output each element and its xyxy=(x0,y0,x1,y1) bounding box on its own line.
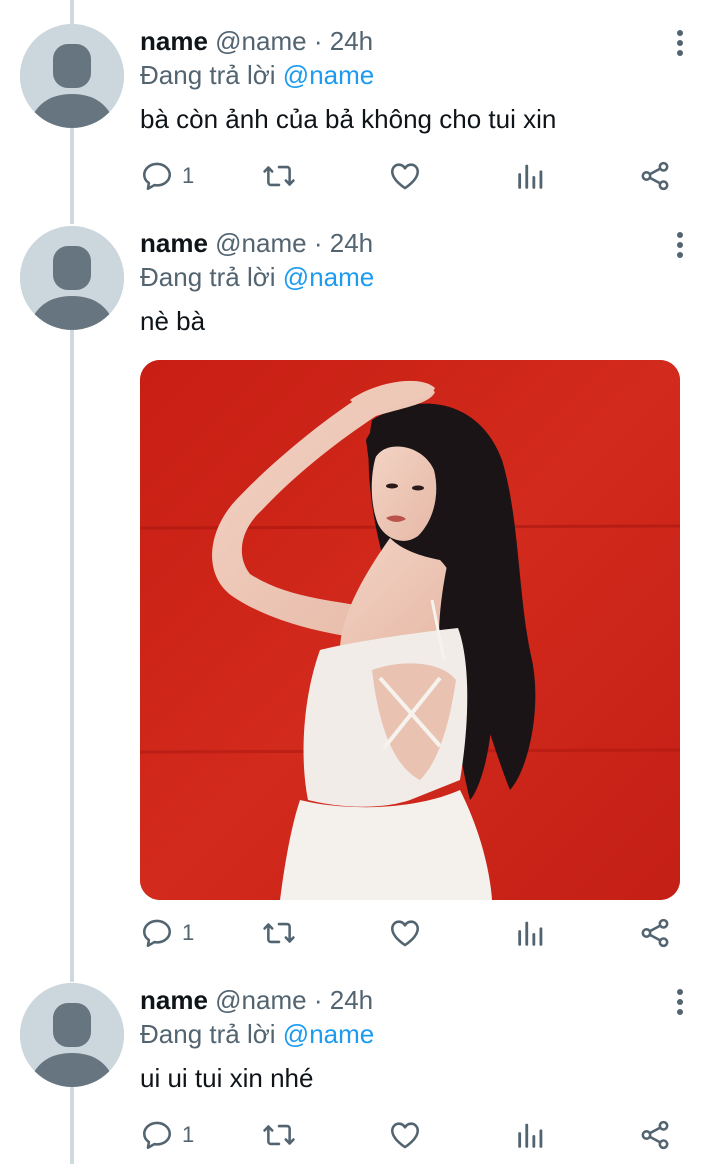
mention-link[interactable]: @name xyxy=(283,262,374,292)
timestamp[interactable]: 24h xyxy=(330,228,373,258)
replying-to: Đang trả lời @name xyxy=(140,1017,690,1051)
tweet-media-photo[interactable] xyxy=(140,360,680,900)
mention-link[interactable]: @name xyxy=(283,1019,374,1049)
separator: · xyxy=(313,985,323,1015)
tweet-content: name @name · 24h Đang trả lời @name ui u… xyxy=(140,983,690,1095)
reply-count: 1 xyxy=(182,163,195,188)
retweet-icon xyxy=(263,165,295,187)
default-avatar-icon xyxy=(20,226,124,330)
heart-icon xyxy=(390,1122,420,1149)
reply-icon xyxy=(142,162,172,191)
user-handle[interactable]: @name xyxy=(215,26,306,56)
more-icon[interactable] xyxy=(670,228,690,262)
replying-prefix: Đang trả lời xyxy=(140,1019,276,1049)
share-icon xyxy=(641,161,669,191)
replying-prefix: Đang trả lời xyxy=(140,262,276,292)
tweet-actions: 1 xyxy=(140,1115,680,1155)
default-avatar-icon xyxy=(20,983,124,1087)
tweet-content: name @name · 24h Đang trả lời @name bà c… xyxy=(140,24,690,136)
avatar[interactable] xyxy=(20,24,124,128)
analytics-icon xyxy=(518,1123,543,1148)
views-button[interactable] xyxy=(514,156,548,196)
views-button[interactable] xyxy=(514,913,548,953)
display-name[interactable]: name xyxy=(140,985,208,1015)
retweet-button[interactable] xyxy=(262,156,296,196)
display-name[interactable]: name xyxy=(140,228,208,258)
user-handle[interactable]: @name xyxy=(215,228,306,258)
tweet-header: name @name · 24h xyxy=(140,226,690,260)
more-icon[interactable] xyxy=(670,26,690,60)
retweet-button[interactable] xyxy=(262,913,296,953)
thread-line xyxy=(70,328,74,982)
share-icon xyxy=(641,918,669,948)
thread-line xyxy=(70,1086,74,1164)
share-icon xyxy=(641,1120,669,1150)
tweet-text: nè bà xyxy=(140,306,206,336)
replying-to: Đang trả lời @name xyxy=(140,58,690,92)
heart-icon xyxy=(390,163,420,190)
retweet-button[interactable] xyxy=(262,1115,296,1155)
user-handle[interactable]: @name xyxy=(215,985,306,1015)
like-button[interactable] xyxy=(388,1115,422,1155)
display-name[interactable]: name xyxy=(140,26,208,56)
analytics-icon xyxy=(518,164,543,189)
separator: · xyxy=(313,26,323,56)
views-button[interactable] xyxy=(514,1115,548,1155)
separator: · xyxy=(313,228,323,258)
heart-icon xyxy=(390,920,420,947)
tweet-text: ui ui tui xin nhé xyxy=(140,1063,314,1093)
like-button[interactable] xyxy=(388,156,422,196)
tweet-actions: 1 xyxy=(140,913,680,953)
avatar[interactable] xyxy=(20,983,124,1087)
more-icon[interactable] xyxy=(670,985,690,1019)
default-avatar-icon xyxy=(20,24,124,128)
reply-button[interactable]: 1 xyxy=(140,156,194,196)
tweet-header: name @name · 24h xyxy=(140,24,690,58)
tweet-content: name @name · 24h Đang trả lời @name nè b… xyxy=(140,226,690,338)
reply-button[interactable]: 1 xyxy=(140,913,194,953)
tweet-text: bà còn ảnh của bả không cho tui xin xyxy=(140,104,557,134)
like-button[interactable] xyxy=(388,913,422,953)
share-button[interactable] xyxy=(638,913,672,953)
reply-count: 1 xyxy=(182,920,195,945)
retweet-icon xyxy=(263,922,295,944)
photo-image xyxy=(140,360,680,900)
reply-icon xyxy=(142,919,172,948)
share-button[interactable] xyxy=(638,156,672,196)
share-button[interactable] xyxy=(638,1115,672,1155)
tweet-actions: 1 xyxy=(140,156,680,196)
timestamp[interactable]: 24h xyxy=(330,26,373,56)
avatar[interactable] xyxy=(20,226,124,330)
reply-count: 1 xyxy=(182,1122,195,1147)
replying-to: Đang trả lời @name xyxy=(140,260,690,294)
reply-icon xyxy=(142,1121,172,1150)
tweet-thread: name @name · 24h Đang trả lời @name bà c… xyxy=(0,0,720,1164)
replying-prefix: Đang trả lời xyxy=(140,60,276,90)
reply-button[interactable]: 1 xyxy=(140,1115,194,1155)
retweet-icon xyxy=(263,1124,295,1146)
timestamp[interactable]: 24h xyxy=(330,985,373,1015)
tweet-header: name @name · 24h xyxy=(140,983,690,1017)
mention-link[interactable]: @name xyxy=(283,60,374,90)
analytics-icon xyxy=(518,921,543,946)
